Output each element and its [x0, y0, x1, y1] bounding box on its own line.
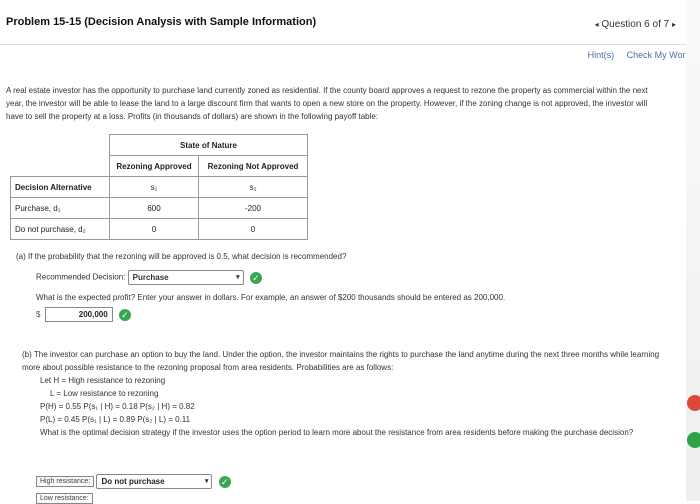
definition-low: L = Low resistance to rezoning — [50, 389, 159, 398]
problem-title: Problem 15-15 (Decision Analysis with Sa… — [6, 16, 317, 28]
s1-header: s₁ — [109, 176, 199, 198]
state-of-nature-header: State of Nature — [109, 134, 308, 156]
question-counter: Question 6 of 7 — [601, 19, 670, 30]
cell-value: 600 — [109, 197, 199, 219]
side-indicator-icon[interactable] — [687, 395, 700, 411]
high-resistance-row: High resistance: Do not purchase ▾ ✓ — [36, 474, 231, 489]
part-b-intro: (b) The investor can purchase an option … — [22, 350, 660, 372]
table-row: Purchase, d₁ 600 -200 — [10, 197, 308, 219]
side-status-icon[interactable] — [687, 432, 700, 448]
select-value: Purchase — [132, 273, 169, 282]
cell-value: 0 — [198, 218, 308, 240]
check-icon: ✓ — [249, 271, 262, 284]
s2-header: s₂ — [198, 176, 308, 198]
high-resistance-select[interactable]: Do not purchase ▾ — [96, 474, 213, 489]
select-value: Do not purchase — [101, 477, 165, 486]
cell-value: 0 — [109, 218, 199, 240]
check-icon: ✓ — [118, 308, 131, 321]
cell-value: -200 — [198, 197, 308, 219]
part-b-question: What is the optimal decision strategy if… — [40, 428, 634, 437]
low-resistance-label: Low resistance: — [36, 493, 93, 504]
hints-link[interactable]: Hint(s) — [588, 50, 615, 60]
col-rezoning-not-approved: Rezoning Not Approved — [198, 155, 308, 177]
recommended-decision-select[interactable]: Purchase ▾ — [127, 270, 244, 285]
right-edge-panel — [686, 0, 700, 501]
prev-question-icon[interactable]: ◂ — [595, 20, 599, 29]
dollar-sign: $ — [36, 309, 41, 319]
problem-intro: A real estate investor has the opportuni… — [6, 86, 648, 121]
chevron-down-icon: ▾ — [204, 478, 209, 485]
definition-high: Let H = High resistance to rezoning — [40, 376, 166, 385]
check-icon: ✓ — [218, 475, 231, 488]
row-label: Purchase, d₁ — [10, 197, 110, 219]
decision-alternative-header: Decision Alternative — [10, 176, 110, 198]
probabilities-high: P(H) = 0.55 P(s₁ | H) = 0.18 P(s₂ | H) =… — [40, 402, 195, 411]
problem-header: Problem 15-15 (Decision Analysis with Sa… — [0, 0, 700, 45]
check-my-work-link[interactable]: Check My Work — [627, 50, 690, 60]
probabilities-low: P(L) = 0.45 P(s₁ | L) = 0.89 P(s₂ | L) =… — [40, 415, 191, 424]
low-resistance-row: Low resistance: — [36, 493, 93, 504]
row-label: Do not purchase, d₂ — [10, 218, 110, 240]
high-resistance-label: High resistance: — [36, 476, 95, 487]
next-question-icon[interactable]: ▸ — [672, 20, 676, 29]
chevron-down-icon: ▾ — [236, 274, 240, 281]
recommended-decision-row: Recommended Decision: Purchase ▾ ✓ — [36, 270, 262, 285]
recommended-decision-label: Recommended Decision: — [36, 272, 126, 282]
expected-profit-question: What is the expected profit? Enter your … — [36, 293, 506, 302]
part-a-question: (a) If the probability that the rezoning… — [16, 252, 347, 261]
part-b-section: (b) The investor can purchase an option … — [22, 348, 662, 439]
col-rezoning-approved: Rezoning Approved — [109, 155, 199, 177]
hint-bar: Hint(s) Check My Work — [578, 50, 690, 60]
payoff-table: State of Nature Rezoning Approved Rezoni… — [10, 134, 308, 240]
question-navigator[interactable]: ◂ Question 6 of 7 ▸ — [595, 19, 676, 30]
expected-profit-row: $ 200,000 ✓ — [36, 307, 131, 322]
expected-profit-input[interactable]: 200,000 — [44, 307, 113, 322]
table-row: Do not purchase, d₂ 0 0 — [10, 218, 308, 240]
